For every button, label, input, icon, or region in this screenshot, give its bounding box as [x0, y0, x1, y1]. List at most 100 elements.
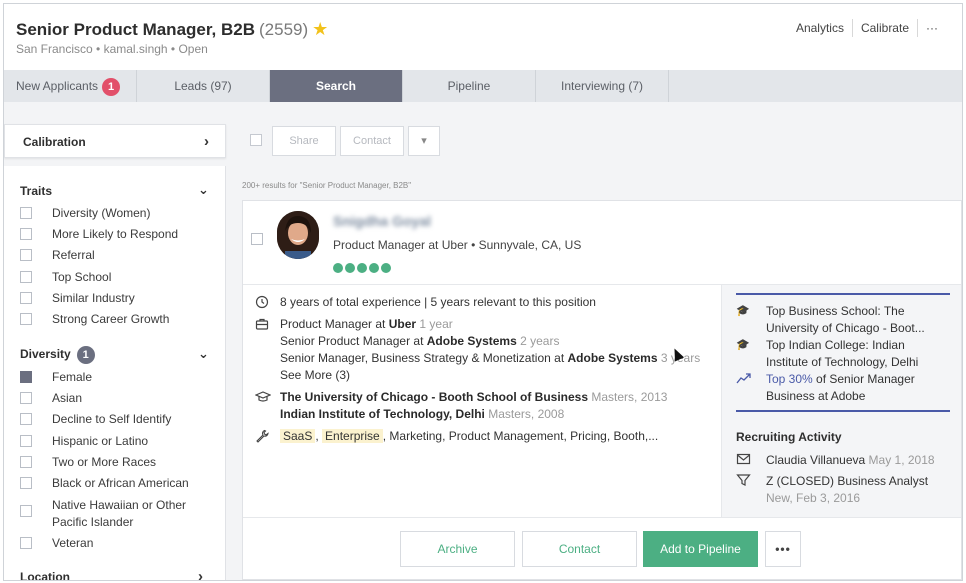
header: Senior Product Manager, B2B (2559) ★ San F…	[4, 4, 962, 70]
checkbox[interactable]	[20, 271, 32, 283]
option-label: Referral	[52, 248, 95, 262]
score-dot	[333, 263, 343, 273]
option-label: Veteran	[52, 536, 94, 550]
checkbox[interactable]	[20, 413, 32, 425]
job-title: Senior Product Manager, B2B (2559) ★	[16, 19, 328, 40]
skills-rest: , Marketing, Product Management, Pricing…	[382, 429, 659, 443]
filter-option[interactable]: Asian	[20, 391, 82, 405]
contact-button[interactable]: Contact	[522, 531, 637, 567]
filter-option[interactable]: More Likely to Respond	[20, 227, 178, 241]
briefcase-icon	[255, 318, 269, 330]
contact-toolbar-button[interactable]: Contact	[340, 126, 404, 156]
share-button[interactable]: Share	[272, 126, 336, 156]
tab-label: Search	[315, 79, 357, 93]
checkbox[interactable]	[20, 537, 32, 549]
chevron-down-icon[interactable]: ⌄	[198, 182, 209, 198]
more-menu-button[interactable]: ···	[918, 19, 946, 37]
score-dot	[369, 263, 379, 273]
highlight-line: University of Chicago - Boot...	[766, 321, 925, 335]
percentile-link[interactable]: Top 30%	[766, 372, 813, 386]
see-more-link[interactable]: See More (3)	[280, 368, 350, 382]
checkbox[interactable]	[20, 292, 32, 304]
candidate-checkbox[interactable]	[251, 233, 263, 245]
filter-option[interactable]: Native Hawaiian or Other Pacific Islande…	[20, 498, 192, 531]
filter-option[interactable]: Veteran	[20, 536, 93, 550]
activity-name: Z (CLOSED) Business Analyst	[766, 474, 929, 488]
job-entry: Product Manager at Uber 1 year	[280, 317, 453, 331]
chevron-down-icon[interactable]: ⌄	[198, 346, 209, 362]
checkbox[interactable]	[20, 249, 32, 261]
candidate-name[interactable]: Snigdha Goyal	[333, 213, 431, 229]
star-icon[interactable]: ★	[312, 19, 328, 39]
tab-pipeline[interactable]: Pipeline	[403, 70, 536, 102]
content-area: Calibration › Traits ⌄ Diversity (Women)…	[4, 102, 962, 580]
checkbox[interactable]	[20, 477, 32, 489]
tab-new-applicants[interactable]: New Applicants 1	[4, 70, 137, 102]
tab-interviewing[interactable]: Interviewing (7)	[536, 70, 669, 102]
match-score	[333, 263, 393, 273]
checkbox[interactable]	[20, 228, 32, 240]
chevron-right-icon[interactable]: ›	[198, 568, 203, 580]
highlight-line: Institute of Technology, Delhi	[766, 355, 919, 369]
job-count: (2559)	[259, 20, 309, 39]
option-label: More Likely to Respond	[52, 227, 179, 241]
filter-option[interactable]: Black or African American	[20, 476, 189, 490]
option-label: Similar Industry	[52, 291, 135, 305]
filter-option[interactable]: Diversity (Women)	[20, 206, 150, 220]
analytics-link[interactable]: Analytics	[788, 19, 852, 37]
archive-button[interactable]: Archive	[400, 531, 515, 567]
highlight-line: Top Indian College: Indian	[766, 338, 905, 352]
activity-text: Z (CLOSED) Business Analyst New, Feb 3, 2…	[766, 473, 928, 507]
funnel-icon	[736, 474, 751, 486]
location-title[interactable]: Location	[20, 570, 70, 580]
calibrate-link[interactable]: Calibrate	[853, 19, 917, 37]
recruiting-activity-title: Recruiting Activity	[736, 430, 842, 444]
checkbox[interactable]	[20, 456, 32, 468]
checkbox[interactable]	[20, 392, 32, 404]
highlight-item: Top 30% of Senior Manager Business at Ado…	[736, 371, 915, 405]
highlight-item: 🎓 Top Business School: The University of …	[736, 303, 925, 337]
filter-option[interactable]: Referral	[20, 248, 95, 262]
filter-option[interactable]: Decline to Self Identify	[20, 412, 171, 426]
option-label: Two or More Races	[52, 455, 157, 469]
job-entry: Senior Manager, Business Strategy & Mone…	[280, 351, 700, 365]
diversity-label: Diversity	[20, 347, 71, 361]
tab-leads[interactable]: Leads (97)	[137, 70, 270, 102]
tab-label: New Applicants	[16, 79, 99, 93]
filter-option[interactable]: Female	[20, 370, 92, 384]
experience-summary: 8 years of total experience | 5 years re…	[280, 295, 596, 309]
highlight-text: Top Indian College: Indian Institute of T…	[766, 337, 918, 371]
caret-down-icon[interactable]: ▾	[408, 126, 440, 156]
checkbox[interactable]	[20, 313, 32, 325]
option-label: Decline to Self Identify	[52, 412, 172, 426]
filter-option[interactable]: Hispanic or Latino	[20, 434, 148, 448]
app-frame: Senior Product Manager, B2B (2559) ★ San F…	[3, 3, 963, 581]
more-actions-button[interactable]: •••	[765, 531, 801, 567]
calibration-panel[interactable]: Calibration ›	[4, 124, 226, 158]
tab-bar: New Applicants 1 Leads (97) Search Pipeli…	[4, 70, 962, 102]
filter-option[interactable]: Two or More Races	[20, 455, 156, 469]
highlight-item: 🎓 Top Indian College: Indian Institute of…	[736, 337, 918, 371]
checkbox[interactable]	[20, 505, 32, 517]
chevron-right-icon: ›	[204, 133, 209, 150]
tab-search[interactable]: Search	[270, 70, 403, 102]
filter-option[interactable]: Strong Career Growth	[20, 312, 169, 326]
select-all-checkbox[interactable]	[250, 134, 262, 146]
option-label: Native Hawaiian or Other Pacific Islande…	[52, 498, 187, 529]
score-dot	[381, 263, 391, 273]
filters-sidebar: Traits ⌄ Diversity (Women) More Likely t…	[4, 166, 226, 580]
option-label: Diversity (Women)	[52, 206, 151, 220]
filter-option[interactable]: Top School	[20, 270, 111, 284]
tab-label: Leads (97)	[174, 79, 232, 93]
diversity-title: Diversity 1	[20, 346, 95, 364]
activity-item: Z (CLOSED) Business Analyst New, Feb 3, 2…	[736, 473, 928, 507]
divider	[243, 517, 961, 518]
job-company: Adobe Systems	[426, 334, 517, 348]
checkbox[interactable]	[20, 435, 32, 447]
avatar[interactable]	[277, 211, 319, 259]
checkbox[interactable]	[20, 207, 32, 219]
checkbox-checked[interactable]	[20, 371, 32, 383]
add-to-pipeline-button[interactable]: Add to Pipeline	[643, 531, 758, 567]
filter-option[interactable]: Similar Industry	[20, 291, 135, 305]
job-title: Senior Product Manager at	[280, 334, 427, 348]
